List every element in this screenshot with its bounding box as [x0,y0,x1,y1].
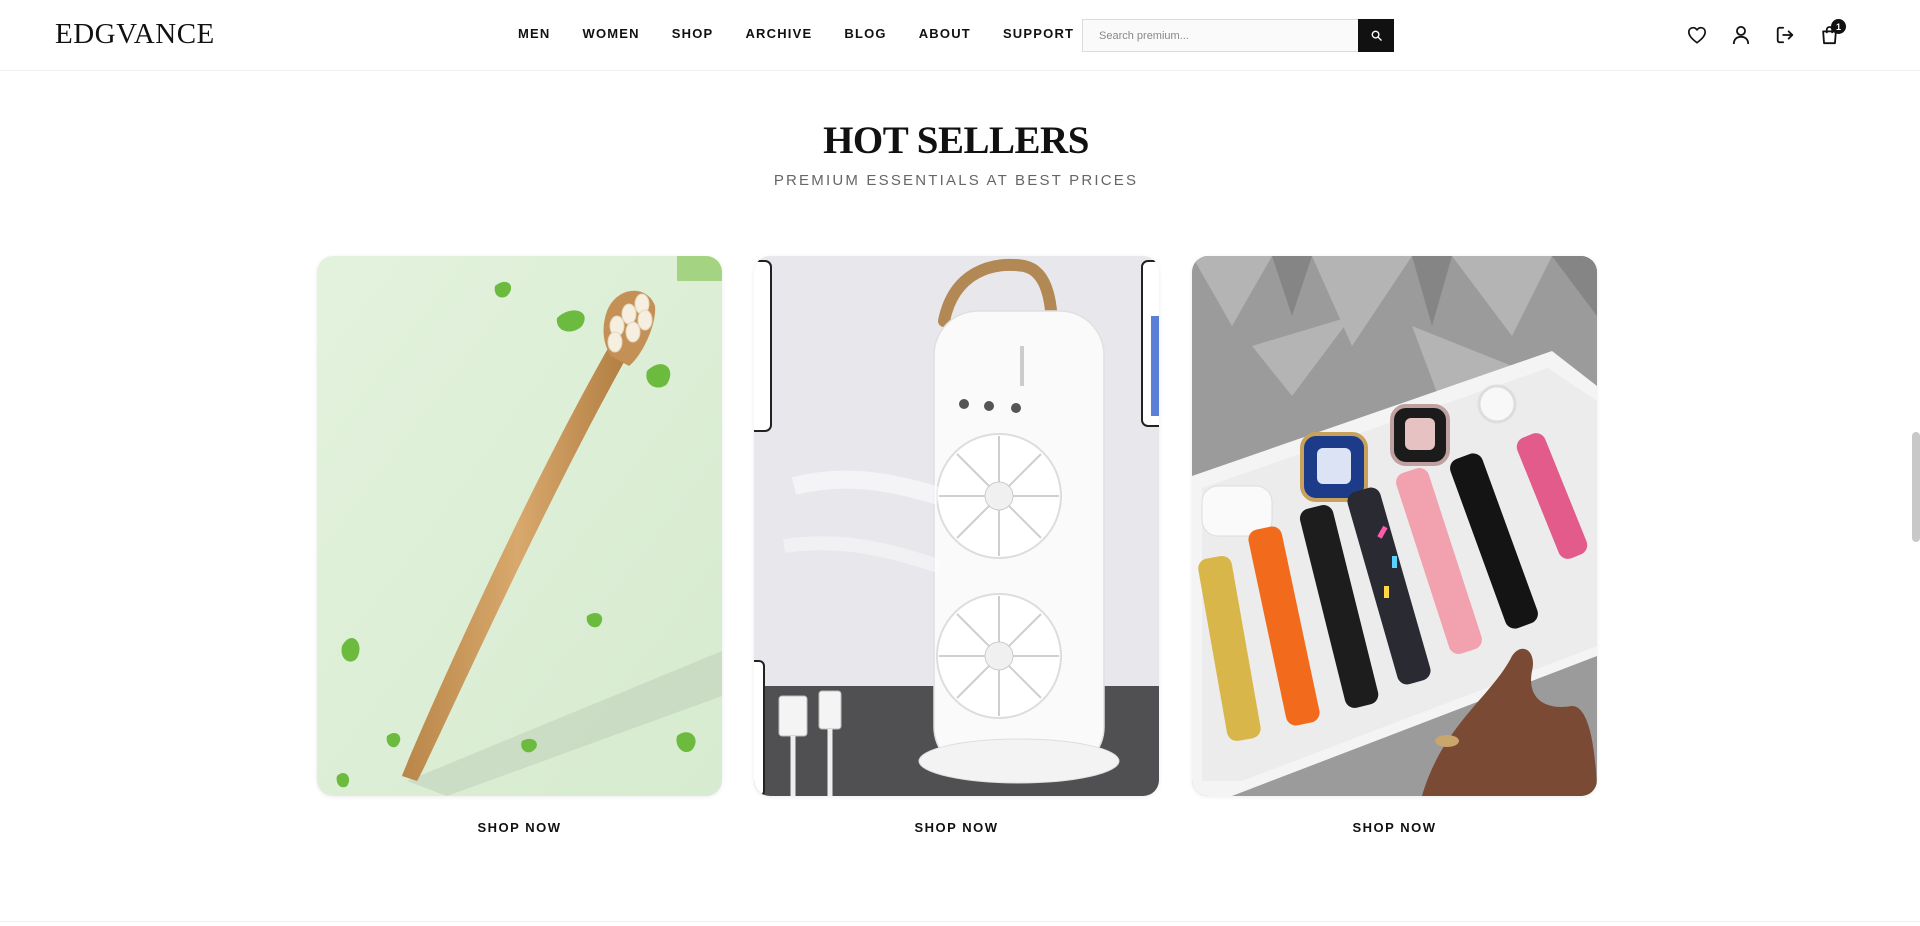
search-bar [1082,19,1394,52]
section-divider [0,921,1920,922]
section-title: HOT SELLERS [823,119,1089,162]
search-button[interactable] [1358,19,1394,52]
logout-button[interactable] [1774,22,1796,48]
toothbrush-product-image [317,256,722,796]
page-scrollbar[interactable] [1912,432,1920,542]
nav-item-shop[interactable]: SHOP [672,26,714,41]
brand-logo[interactable]: EDGVANCE [55,18,215,51]
cart-button[interactable]: 1 [1818,19,1846,48]
nav-item-archive[interactable]: ARCHIVE [745,26,812,41]
product-card-watch-set[interactable] [1192,256,1597,796]
nav-item-men[interactable]: MEN [518,26,551,41]
search-icon [1371,30,1382,41]
watch-set-product-image [1192,256,1597,796]
product-card-toothbrush[interactable] [317,256,722,796]
section-subtitle: PREMIUM ESSENTIALS AT BEST PRICES [773,172,1139,189]
nav-item-support[interactable]: SUPPORT [1003,26,1074,41]
shop-now-link[interactable]: SHOP NOW [754,820,1159,835]
fan-product-image [754,256,1159,796]
shop-now-link[interactable]: SHOP NOW [1192,820,1597,835]
nav-item-women[interactable]: WOMEN [583,26,640,41]
logout-icon [1776,26,1794,44]
product-card-fan[interactable] [754,256,1159,796]
user-icon [1732,26,1750,45]
nav-item-about[interactable]: ABOUT [919,26,971,41]
main-nav: MEN WOMEN SHOP ARCHIVE BLOG ABOUT SUPPOR… [518,26,1106,41]
nav-item-blog[interactable]: BLOG [844,26,886,41]
site-header: EDGVANCE MEN WOMEN SHOP ARCHIVE BLOG ABO… [0,0,1920,71]
cart-count-badge: 1 [1831,19,1846,34]
account-button[interactable] [1730,22,1752,48]
search-input[interactable] [1082,19,1358,52]
header-actions: 1 [1686,19,1846,48]
heart-icon [1688,26,1706,44]
shop-now-link[interactable]: SHOP NOW [317,820,722,835]
wishlist-button[interactable] [1686,22,1708,48]
